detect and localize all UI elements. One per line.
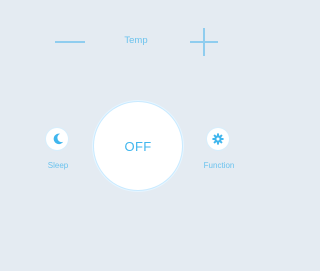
power-button[interactable]: OFF xyxy=(94,102,182,190)
gear-icon xyxy=(212,133,224,145)
sleep-label: Sleep xyxy=(47,161,69,170)
temp-decrease-button[interactable] xyxy=(55,41,85,43)
function-label: Function xyxy=(203,161,235,170)
temp-increase-button[interactable] xyxy=(190,28,218,56)
temp-label: Temp xyxy=(124,35,148,46)
sleep-button[interactable]: Sleep xyxy=(36,128,76,172)
temperature-row: Temp xyxy=(0,28,269,56)
moon-icon xyxy=(53,133,64,145)
function-icon-circle xyxy=(207,128,229,150)
sleep-icon-circle xyxy=(46,128,68,150)
function-button[interactable]: Function xyxy=(197,128,237,172)
remote-control-panel: Temp Sleep OFF Function xyxy=(0,0,269,271)
power-state-label: OFF xyxy=(124,138,152,154)
